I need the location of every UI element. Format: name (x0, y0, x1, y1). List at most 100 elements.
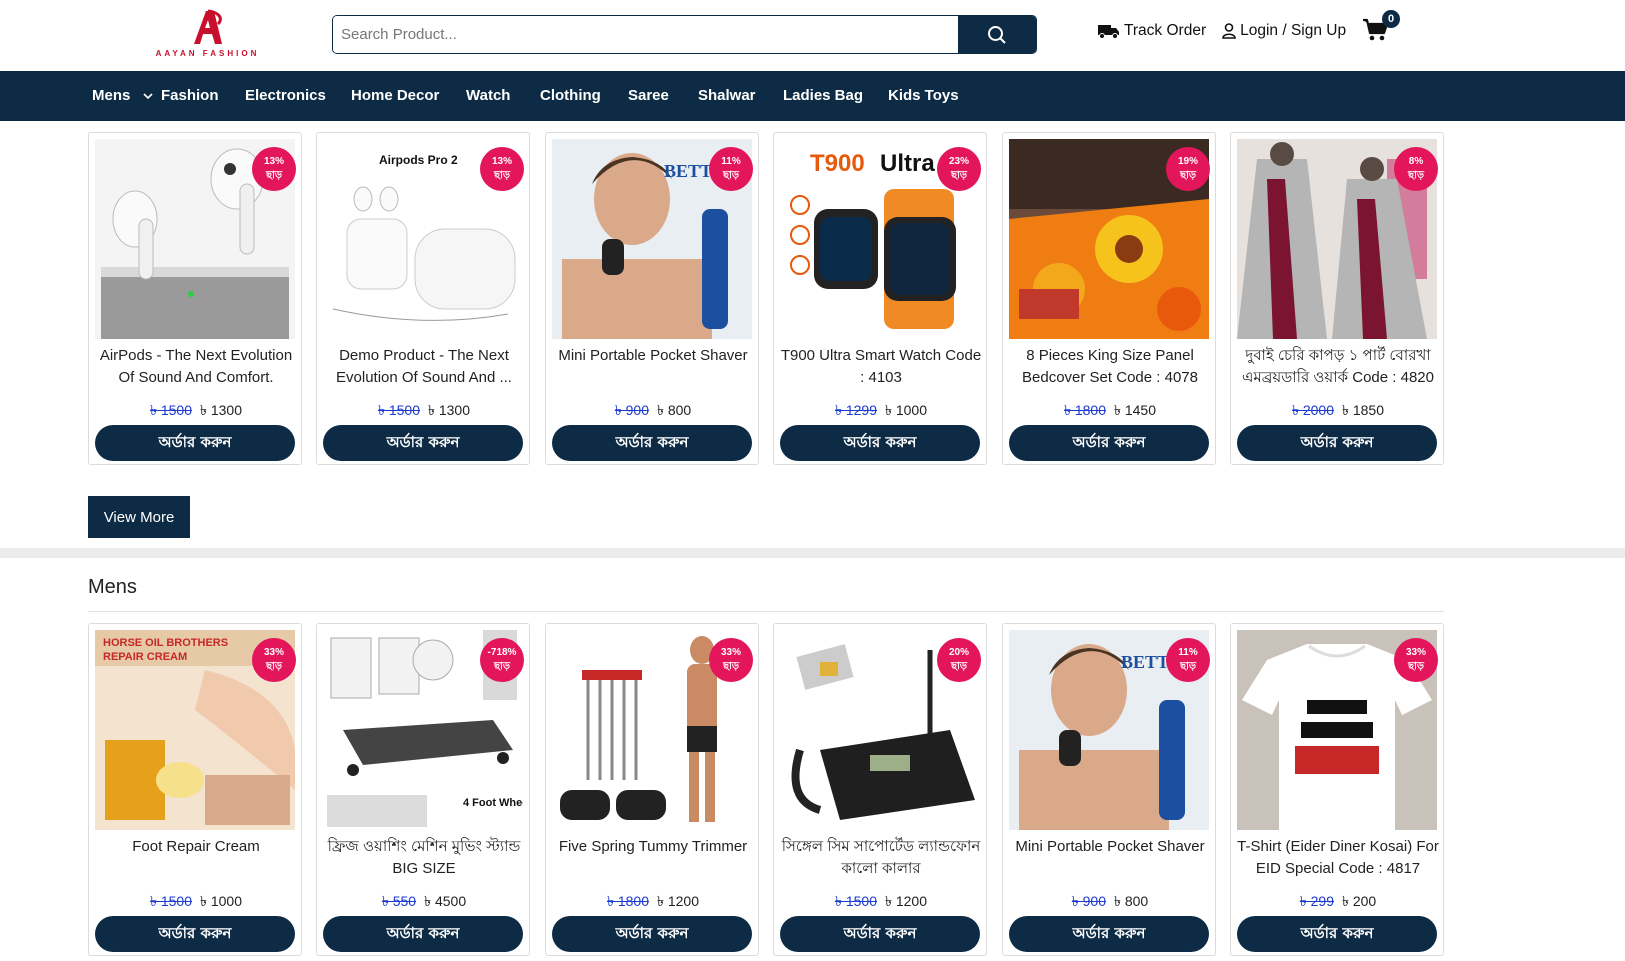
nav-item-label: Shalwar (698, 87, 756, 104)
product-price: ৳ 550 ৳ 4500 (317, 890, 531, 914)
discount-badge: 23% ছাড় (937, 147, 981, 191)
order-button[interactable]: অর্ডার করুন (323, 916, 523, 952)
order-button[interactable]: অর্ডার করুন (95, 425, 295, 461)
svg-text:T900: T900 (810, 150, 865, 177)
product-price: ৳ 1299 ৳ 1000 (774, 399, 988, 423)
discount-badge: 19% ছাড় (1166, 147, 1210, 191)
nav-item-shalwar[interactable]: Shalwar (698, 71, 756, 121)
chevron-down-icon (142, 93, 153, 100)
section-divider (0, 548, 1625, 558)
old-price: ৳ 1500 (149, 893, 192, 909)
order-button[interactable]: অর্ডার করুন (1009, 425, 1209, 461)
product-title[interactable]: দুবাই চেরি কাপড় ১ পার্ট বোরখা এমব্রয়ডা… (1237, 345, 1439, 389)
nav-item-mens[interactable]: Mens (92, 71, 153, 121)
product-card[interactable]: 8% ছাড় দুবাই চেরি কাপড় ১ পার্ট বোরখা এম… (1230, 132, 1444, 465)
nav-item-fashion[interactable]: Fashion (161, 71, 219, 121)
product-price: ৳ 1800 ৳ 1450 (1003, 399, 1217, 423)
search-button[interactable] (958, 16, 1036, 53)
product-price: ৳ 900 ৳ 800 (1003, 890, 1217, 914)
brand-logo[interactable]: AAYAN FASHION (150, 8, 265, 60)
nav-item-kids-toys[interactable]: Kids Toys (888, 71, 959, 121)
track-order-link[interactable]: Track Order (1098, 22, 1206, 40)
product-title[interactable]: Mini Portable Pocket Shaver (1009, 836, 1211, 880)
nav-item-watch[interactable]: Watch (466, 71, 510, 121)
order-button[interactable]: অর্ডার করুন (95, 916, 295, 952)
product-title[interactable]: Mini Portable Pocket Shaver (552, 345, 754, 389)
logo-icon (193, 9, 222, 44)
search-input[interactable] (333, 16, 958, 53)
product-card[interactable]: 33% ছাড় Five Spring Tummy Trimmer ৳ 1800… (545, 623, 759, 956)
section-rule (88, 611, 1444, 612)
discount-badge: 33% ছাড় (709, 638, 753, 682)
current-price: ৳ 800 (1114, 893, 1149, 909)
old-price: ৳ 1500 (149, 402, 192, 418)
login-link[interactable]: Login / Sign Up (1222, 22, 1346, 40)
product-title[interactable]: ফ্রিজ ওয়াশিং মেশিন মুভিং স্ট্যান্ড BIG … (323, 836, 525, 880)
discount-badge: 8% ছাড় (1394, 147, 1438, 191)
product-card[interactable]: T900 Ultra 23% ছাড় T900 Ultra Smart Watc… (773, 132, 987, 465)
product-title[interactable]: Demo Product - The Next Evolution Of Sou… (323, 345, 525, 389)
nav-item-label: Fashion (161, 87, 219, 104)
view-more-button[interactable]: View More (88, 496, 190, 538)
svg-text:Ultra: Ultra (880, 150, 935, 177)
order-button[interactable]: অর্ডার করুন (1237, 425, 1437, 461)
brand-name: AAYAN FASHION (155, 49, 260, 58)
svg-text:REPAIR CREAM: REPAIR CREAM (103, 651, 187, 663)
discount-badge: 13% ছাড় (480, 147, 524, 191)
old-price: ৳ 550 (381, 893, 417, 909)
product-card[interactable]: 13% ছাড় AirPods - The Next Evolution Of … (88, 132, 302, 465)
product-price: ৳ 1500 ৳ 1300 (317, 399, 531, 423)
product-title[interactable]: T-Shirt (Eider Diner Kosai) For EID Spec… (1237, 836, 1439, 880)
order-button[interactable]: অর্ডার করুন (323, 425, 523, 461)
nav-item-saree[interactable]: Saree (628, 71, 669, 121)
track-order-label: Track Order (1124, 22, 1207, 39)
product-card[interactable]: 19% ছাড় 8 Pieces King Size Panel Bedcove… (1002, 132, 1216, 465)
product-title[interactable]: Foot Repair Cream (95, 836, 297, 880)
old-price: ৳ 1500 (377, 402, 420, 418)
svg-text:BETT: BETT (1121, 652, 1169, 672)
product-title[interactable]: T900 Ultra Smart Watch Code : 4103 (780, 345, 982, 389)
search-icon (988, 25, 1006, 44)
svg-text:HORSE OIL BROTHERS: HORSE OIL BROTHERS (103, 637, 228, 649)
order-button[interactable]: অর্ডার করুন (780, 916, 980, 952)
product-title[interactable]: সিঙ্গেল সিম সাপোর্টেড ল্যান্ডফোন কালো কা… (780, 836, 982, 880)
current-price: ৳ 1850 (1342, 402, 1385, 418)
product-price: ৳ 2000 ৳ 1850 (1231, 399, 1445, 423)
product-title[interactable]: AirPods - The Next Evolution Of Sound An… (95, 345, 297, 389)
nav-item-ladies-bag[interactable]: Ladies Bag (783, 71, 863, 121)
order-button[interactable]: অর্ডার করুন (552, 425, 752, 461)
svg-text:BETT: BETT (664, 161, 712, 181)
current-price: ৳ 1300 (428, 402, 471, 418)
nav-item-label: Watch (466, 87, 511, 104)
nav-item-label: Electronics (245, 87, 326, 104)
discount-badge: -718% ছাড় (480, 638, 524, 682)
product-card[interactable]: Airpods Pro 2 13% ছাড় Demo Product - The… (316, 132, 530, 465)
nav-item-home-decor[interactable]: Home Decor (351, 71, 439, 121)
order-button[interactable]: অর্ডার করুন (1009, 916, 1209, 952)
current-price: ৳ 1450 (1114, 402, 1157, 418)
product-title[interactable]: Five Spring Tummy Trimmer (552, 836, 754, 880)
nav-item-clothing[interactable]: Clothing (540, 71, 601, 121)
product-card[interactable]: HORSE OIL BROTHERS REPAIR CREAM 33% ছাড় … (88, 623, 302, 956)
order-button[interactable]: অর্ডার করুন (780, 425, 980, 461)
product-card[interactable]: BETT 11% ছাড় Mini Portable Pocket Shaver… (1002, 623, 1216, 956)
old-price: ৳ 1800 (606, 893, 649, 909)
product-card[interactable]: BETT 11% ছাড় Mini Portable Pocket Shaver… (545, 132, 759, 465)
nav-item-label: Ladies Bag (783, 87, 864, 104)
product-card[interactable]: 4 Foot Wheel -718%ছাড় ফ্রিজ ওয়াশিং মেশ… (316, 623, 530, 956)
cart-button[interactable]: 0 (1362, 10, 1401, 44)
header-links: Track Order Login / Sign Up 0 (1098, 10, 1401, 44)
product-card[interactable]: 33% ছাড় T-Shirt (Eider Diner Kosai) For … (1230, 623, 1444, 956)
product-card[interactable]: 20% ছাড় সিঙ্গেল সিম সাপোর্টেড ল্যান্ডফোন… (773, 623, 987, 956)
order-button[interactable]: অর্ডার করুন (552, 916, 752, 952)
nav-item-electronics[interactable]: Electronics (245, 71, 326, 121)
current-price: ৳ 800 (657, 402, 692, 418)
old-price: ৳ 900 (614, 402, 649, 418)
discount-badge: 20% ছাড় (937, 638, 981, 682)
current-price: ৳ 200 (1342, 893, 1377, 909)
order-button[interactable]: অর্ডার করুন (1237, 916, 1437, 952)
product-title[interactable]: 8 Pieces King Size Panel Bedcover Set Co… (1009, 345, 1211, 389)
site-header: AAYAN FASHION Track Order Logi (0, 0, 1625, 70)
old-price: ৳ 1800 (1063, 402, 1106, 418)
product-price: ৳ 900 ৳ 800 (546, 399, 760, 423)
